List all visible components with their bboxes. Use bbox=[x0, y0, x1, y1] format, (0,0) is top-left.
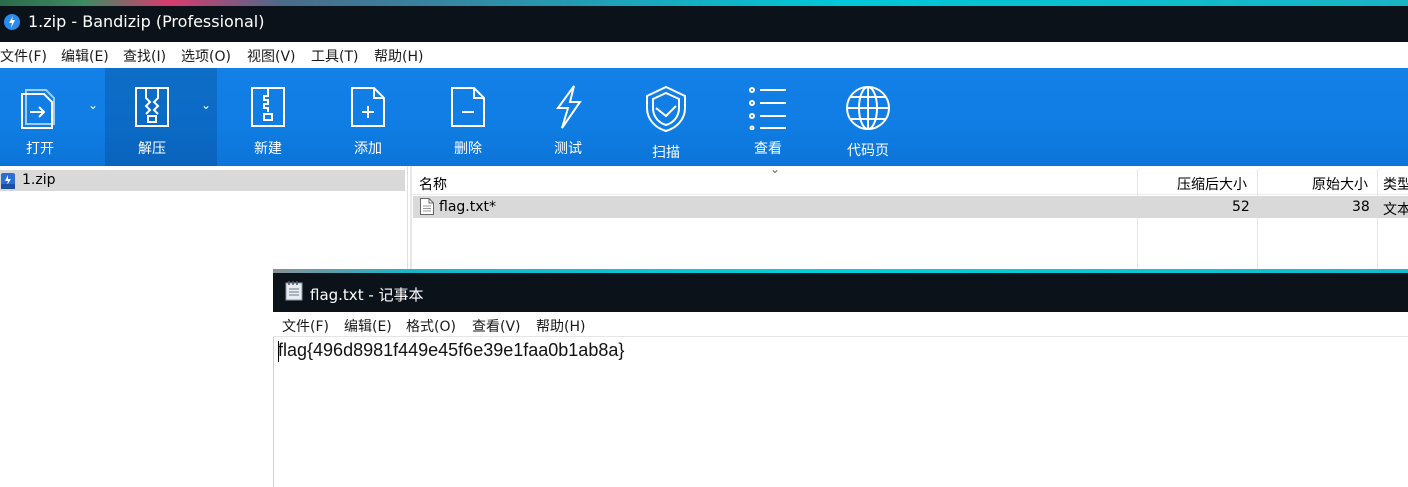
notepad-titlebar bbox=[273, 273, 1408, 312]
open-button[interactable]: 打开 bbox=[0, 68, 80, 166]
column-divider[interactable] bbox=[1377, 170, 1378, 270]
notepad-menu-file[interactable]: 文件(F) bbox=[282, 316, 329, 336]
column-header-compressed-size[interactable]: 压缩后大小 bbox=[1177, 174, 1247, 194]
codepage-label: 代码页 bbox=[847, 143, 889, 159]
extract-dropdown-chevron-icon[interactable]: ⌄ bbox=[201, 98, 211, 112]
notepad-window-title: flag.txt - 记事本 bbox=[310, 286, 424, 304]
add-label: 添加 bbox=[354, 141, 382, 157]
column-divider[interactable] bbox=[1257, 170, 1258, 270]
splitter[interactable] bbox=[410, 166, 412, 276]
sort-chevron-icon: ⌄ bbox=[770, 162, 781, 176]
desktop-background-strip bbox=[0, 0, 1408, 6]
text-file-icon bbox=[420, 198, 434, 219]
menu-help[interactable]: 帮助(H) bbox=[374, 46, 423, 66]
column-header-original-size[interactable]: 原始大小 bbox=[1312, 174, 1368, 194]
view-button[interactable]: 查看 bbox=[728, 68, 808, 166]
add-file-icon bbox=[351, 87, 385, 127]
notepad-menu-view[interactable]: 查看(V) bbox=[472, 316, 521, 336]
new-archive-icon bbox=[251, 87, 285, 127]
column-header-type[interactable]: 类型 bbox=[1383, 174, 1408, 194]
notepad-content[interactable]: flag{496d8981f449e45f6e39e1faa0b1ab8a} bbox=[278, 340, 624, 361]
menu-edit[interactable]: 编辑(E) bbox=[61, 46, 109, 66]
notepad-menu-format[interactable]: 格式(O) bbox=[406, 316, 456, 336]
test-button[interactable]: 测试 bbox=[528, 68, 608, 166]
menu-find[interactable]: 查找(I) bbox=[123, 46, 166, 66]
codepage-button[interactable]: 代码页 bbox=[828, 68, 908, 166]
tree-item-label[interactable]: 1.zip bbox=[22, 172, 55, 188]
bandizip-toolbar: 打开 ⌄ 解压 ⌄ 新建 添加 删除 测试 扫描 查看 代码页 bbox=[0, 68, 1408, 166]
file-list-header bbox=[411, 170, 1408, 195]
list-view-icon bbox=[749, 87, 786, 130]
menu-view[interactable]: 视图(V) bbox=[247, 46, 296, 66]
notepad-menu-help[interactable]: 帮助(H) bbox=[536, 316, 585, 336]
bandizip-menubar: 文件(F) 编辑(E) 查找(I) 选项(O) 视图(V) 工具(T) 帮助(H… bbox=[0, 42, 1408, 68]
new-archive-button[interactable]: 新建 bbox=[228, 68, 308, 166]
test-label: 测试 bbox=[554, 141, 582, 157]
lightning-icon bbox=[556, 85, 582, 129]
delete-button[interactable]: 删除 bbox=[428, 68, 508, 166]
scan-button[interactable]: 扫描 bbox=[626, 68, 706, 166]
new-archive-label: 新建 bbox=[254, 141, 282, 157]
window-title: 1.zip - Bandizip (Professional) bbox=[28, 12, 265, 31]
type-cell: 文本 bbox=[1383, 202, 1408, 218]
compressed-size-cell: 52 bbox=[1232, 199, 1250, 215]
column-header-name[interactable]: 名称 bbox=[419, 174, 447, 194]
view-label: 查看 bbox=[754, 141, 782, 157]
bandizip-app-icon bbox=[4, 14, 20, 30]
extract-icon bbox=[135, 87, 169, 127]
open-icon bbox=[21, 89, 55, 129]
table-row[interactable] bbox=[413, 196, 1408, 218]
shield-icon bbox=[646, 85, 686, 133]
menu-options[interactable]: 选项(O) bbox=[181, 46, 231, 66]
delete-label: 删除 bbox=[454, 141, 482, 157]
open-dropdown-chevron-icon[interactable]: ⌄ bbox=[88, 98, 98, 112]
tree-item-selected-bg[interactable] bbox=[0, 170, 405, 191]
notepad-app-icon bbox=[285, 281, 303, 301]
file-name-cell[interactable]: flag.txt* bbox=[439, 199, 496, 215]
column-divider[interactable] bbox=[1137, 170, 1138, 270]
open-label: 打开 bbox=[26, 141, 54, 157]
scan-label: 扫描 bbox=[652, 145, 680, 161]
add-button[interactable]: 添加 bbox=[328, 68, 408, 166]
extract-label: 解压 bbox=[138, 141, 166, 157]
original-size-cell: 38 bbox=[1352, 199, 1370, 215]
globe-icon bbox=[846, 86, 890, 130]
notepad-menu-edit[interactable]: 编辑(E) bbox=[344, 316, 392, 336]
menu-file[interactable]: 文件(F) bbox=[0, 46, 47, 66]
menu-tools[interactable]: 工具(T) bbox=[311, 46, 358, 66]
delete-file-icon bbox=[451, 87, 485, 127]
zip-file-icon bbox=[1, 173, 15, 189]
text-caret bbox=[278, 341, 279, 362]
extract-button[interactable]: 解压 bbox=[112, 68, 192, 166]
